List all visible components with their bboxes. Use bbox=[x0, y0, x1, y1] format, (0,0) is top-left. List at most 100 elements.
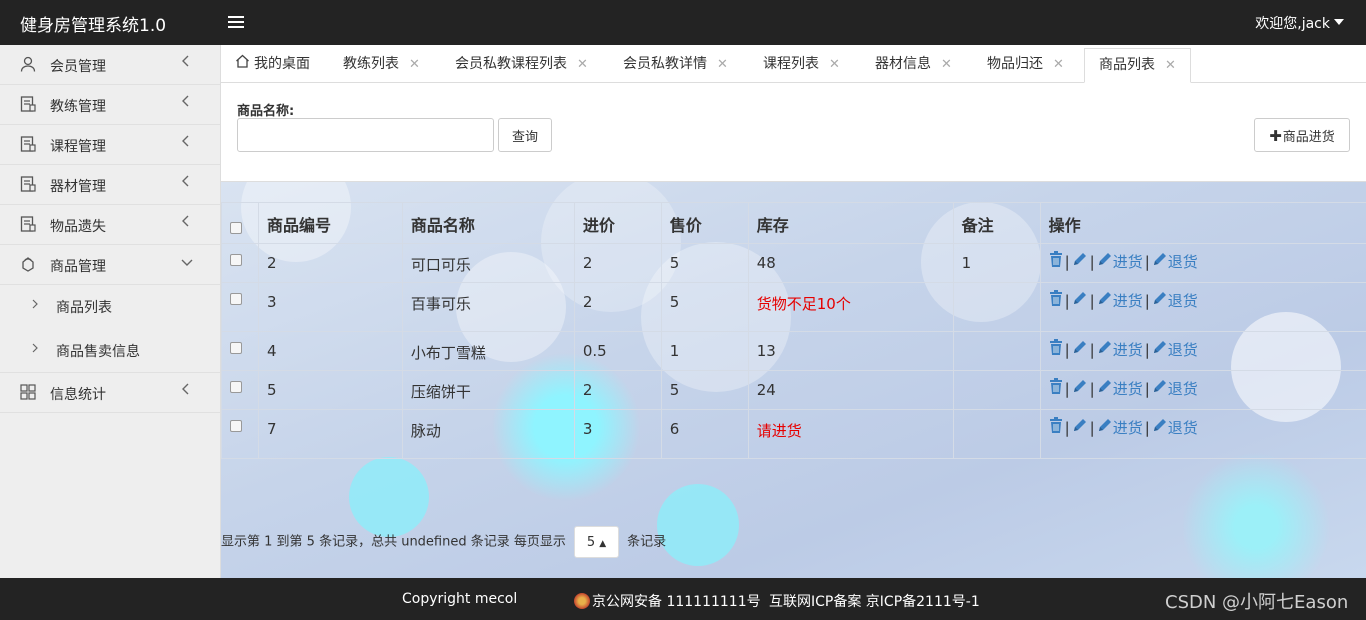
return-link[interactable]: 退货 bbox=[1152, 292, 1198, 310]
actions-cell: | | 进货 | 退货 bbox=[1039, 282, 1366, 332]
close-icon[interactable]: ✕ bbox=[577, 57, 588, 72]
product-id: 2 bbox=[257, 243, 403, 283]
product-note: 1 bbox=[952, 243, 1041, 283]
product-stock: 13 bbox=[747, 331, 954, 371]
sidebar-item[interactable]: 商品管理 bbox=[0, 245, 220, 285]
police-record[interactable]: 京公网安备 111111111号 bbox=[574, 591, 761, 611]
sidebar-item-label: 器材管理 bbox=[50, 179, 106, 195]
sidebar-subitem[interactable]: 商品售卖信息 bbox=[0, 329, 220, 373]
restock-label: 进货 bbox=[1112, 341, 1143, 359]
caret-up-icon: ▲ bbox=[599, 539, 607, 549]
home-icon bbox=[235, 54, 250, 72]
row-checkbox[interactable] bbox=[230, 254, 242, 266]
close-icon[interactable]: ✕ bbox=[1053, 57, 1064, 72]
close-icon[interactable]: ✕ bbox=[409, 57, 420, 72]
sidebar-item[interactable]: 课程管理 bbox=[0, 125, 220, 165]
sidebar-subitem[interactable]: 商品列表 bbox=[0, 285, 220, 329]
product-id: 7 bbox=[257, 409, 403, 459]
document-icon bbox=[20, 176, 36, 192]
top-header: 健身房管理系统1.0 欢迎您,jack bbox=[0, 0, 1366, 45]
sidebar-item-label: 商品管理 bbox=[50, 259, 106, 275]
bokeh-decoration bbox=[1181, 452, 1331, 578]
document-icon bbox=[20, 136, 36, 152]
delete-icon[interactable] bbox=[1049, 417, 1063, 437]
return-label: 退货 bbox=[1167, 419, 1198, 437]
sidebar-item-label: 物品遗失 bbox=[50, 219, 106, 235]
sidebar-item[interactable]: 物品遗失 bbox=[0, 205, 220, 245]
tab[interactable]: 物品归还 ✕ bbox=[987, 48, 1064, 83]
product-name-input[interactable] bbox=[237, 118, 494, 152]
icp-record[interactable]: 互联网ICP备案 京ICP备2111号-1 bbox=[769, 591, 980, 611]
tab-label: 物品归还 bbox=[987, 56, 1043, 72]
delete-icon[interactable] bbox=[1049, 251, 1063, 271]
close-icon[interactable]: ✕ bbox=[829, 57, 840, 72]
close-icon[interactable]: ✕ bbox=[941, 57, 952, 72]
document-icon bbox=[20, 216, 36, 232]
tab[interactable]: 器材信息 ✕ bbox=[875, 48, 952, 83]
tab[interactable]: 商品列表 ✕ bbox=[1084, 48, 1191, 83]
pencil-icon bbox=[1152, 339, 1168, 359]
close-icon[interactable]: ✕ bbox=[1165, 58, 1176, 73]
product-stock: 货物不足10个 bbox=[747, 282, 954, 332]
restock-link[interactable]: 进货 bbox=[1097, 253, 1143, 271]
return-link[interactable]: 退货 bbox=[1152, 341, 1198, 359]
return-link[interactable]: 退货 bbox=[1152, 419, 1198, 437]
row-select-cell bbox=[221, 243, 259, 283]
delete-icon[interactable] bbox=[1049, 290, 1063, 310]
restock-link[interactable]: 进货 bbox=[1097, 380, 1143, 398]
edit-icon[interactable] bbox=[1072, 251, 1088, 271]
product-cost: 3 bbox=[573, 409, 662, 459]
page-size-select[interactable]: 5 ▲ bbox=[574, 526, 620, 558]
tab[interactable]: 课程列表 ✕ bbox=[763, 48, 840, 83]
page-size-value: 5 bbox=[586, 535, 596, 550]
product-note bbox=[952, 370, 1041, 410]
pencil-icon bbox=[1097, 251, 1113, 271]
restock-link[interactable]: 进货 bbox=[1097, 419, 1143, 437]
product-id: 5 bbox=[257, 370, 403, 410]
product-table: 商品编号 商品名称 进价 售价 库存 备注 操作 2 可口可乐 2 5 48 1 | | 进货 | 退货 3 百事可… bbox=[221, 202, 1366, 459]
chevron-right-icon bbox=[32, 342, 38, 356]
sidebar-item[interactable]: 会员管理 bbox=[0, 45, 220, 85]
product-stock: 48 bbox=[747, 243, 954, 283]
restock-link[interactable]: 进货 bbox=[1097, 292, 1143, 310]
tab[interactable]: 会员私教课程列表 ✕ bbox=[455, 48, 588, 83]
row-checkbox[interactable] bbox=[230, 293, 242, 305]
sidebar-item-label: 信息统计 bbox=[50, 387, 106, 403]
tab[interactable]: 我的桌面 bbox=[235, 48, 310, 83]
select-all-cell bbox=[221, 202, 259, 244]
restock-label: 进货 bbox=[1112, 292, 1143, 310]
tab-label: 课程列表 bbox=[763, 56, 819, 72]
pencil-icon bbox=[1097, 417, 1113, 437]
restock-label: 进货 bbox=[1112, 419, 1143, 437]
edit-icon[interactable] bbox=[1072, 339, 1088, 359]
tab-label: 器材信息 bbox=[875, 56, 931, 72]
return-link[interactable]: 退货 bbox=[1152, 380, 1198, 398]
edit-icon[interactable] bbox=[1072, 290, 1088, 310]
user-menu[interactable]: 欢迎您,jack bbox=[1255, 13, 1344, 33]
edit-icon[interactable] bbox=[1072, 417, 1088, 437]
edit-icon[interactable] bbox=[1072, 378, 1088, 398]
sidebar-item[interactable]: 教练管理 bbox=[0, 85, 220, 125]
select-all-checkbox[interactable] bbox=[230, 222, 242, 234]
close-icon[interactable]: ✕ bbox=[717, 57, 728, 72]
sidebar-item[interactable]: 器材管理 bbox=[0, 165, 220, 205]
purchase-button[interactable]: ✚商品进货 bbox=[1254, 118, 1350, 152]
tab-label: 教练列表 bbox=[343, 56, 399, 72]
package-icon bbox=[20, 256, 36, 272]
tab[interactable]: 会员私教详情 ✕ bbox=[623, 48, 728, 83]
delete-icon[interactable] bbox=[1049, 339, 1063, 359]
tab[interactable]: 教练列表 ✕ bbox=[343, 48, 420, 83]
sidebar-item[interactable]: 信息统计 bbox=[0, 373, 220, 413]
police-badge-icon bbox=[574, 593, 590, 609]
product-cost: 2 bbox=[573, 370, 662, 410]
menu-toggle-icon[interactable] bbox=[228, 16, 244, 28]
chevron-right-icon bbox=[32, 298, 38, 312]
sidebar: 会员管理 教练管理 课程管理器材管理物品遗失商品管理商品列表 商品售卖信息信息统计 bbox=[0, 45, 221, 578]
delete-icon[interactable] bbox=[1049, 378, 1063, 398]
row-checkbox[interactable] bbox=[230, 381, 242, 393]
row-checkbox[interactable] bbox=[230, 420, 242, 432]
return-link[interactable]: 退货 bbox=[1152, 253, 1198, 271]
row-checkbox[interactable] bbox=[230, 342, 242, 354]
query-button[interactable]: 查询 bbox=[498, 118, 552, 152]
restock-link[interactable]: 进货 bbox=[1097, 341, 1143, 359]
